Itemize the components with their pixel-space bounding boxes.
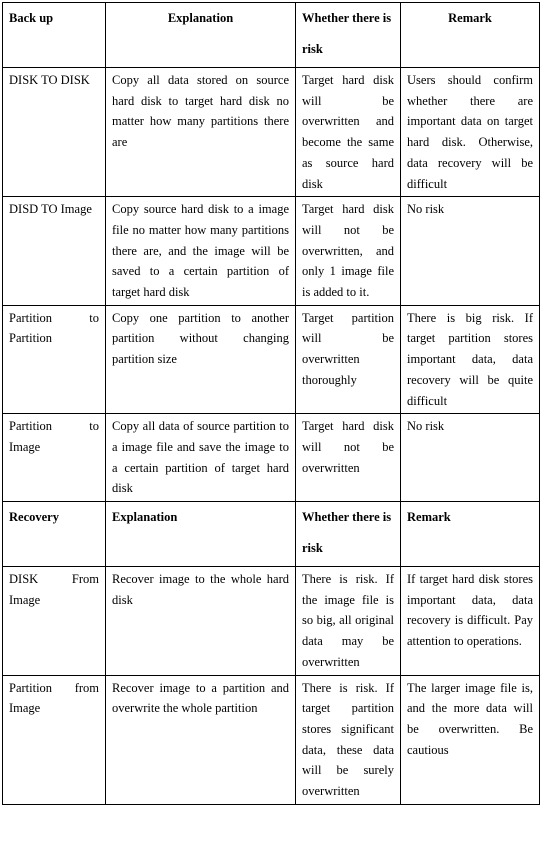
table-row: Partition to Image Copy all data of sour…	[2, 413, 540, 503]
risk-cell: There is risk. If target partition store…	[295, 674, 401, 805]
explanation-cell: Recover image to a partition and overwri…	[105, 674, 296, 805]
recovery-header-row: Recovery Explanation Whether there is ri…	[2, 501, 540, 568]
explanation-cell: Copy all data of source partition to a i…	[105, 413, 296, 503]
remark-cell: The larger image file is, and the more d…	[400, 674, 540, 805]
header-remark: Remark	[400, 501, 540, 568]
header-risk: Whether there is risk	[295, 501, 401, 568]
remark-cell: No risk	[400, 196, 540, 306]
mode-cell: Partition to Partition	[2, 304, 106, 415]
header-recovery: Recovery	[2, 501, 106, 568]
explanation-cell: Recover image to the whole hard disk	[105, 566, 296, 676]
risk-cell: There is risk. If the image file is so b…	[295, 566, 401, 676]
remark-cell: Users should confirm whether there are i…	[400, 66, 540, 198]
mode-cell: DISK From Image	[2, 566, 106, 676]
header-risk: Whether there is risk	[295, 2, 401, 68]
risk-cell: Target hard disk will be overwritten and…	[295, 66, 401, 198]
explanation-cell: Copy source hard disk to a image file no…	[105, 196, 296, 306]
table-row: Partition from Image Recover image to a …	[2, 674, 540, 805]
remark-cell: If target hard disk stores important dat…	[400, 566, 540, 676]
header-remark: Remark	[400, 2, 540, 68]
table-row: DISD TO Image Copy source hard disk to a…	[2, 196, 540, 306]
explanation-cell: Copy one partition to another partition …	[105, 304, 296, 415]
mode-cell: DISK TO DISK	[2, 66, 106, 198]
backup-recovery-table: Back up Explanation Whether there is ris…	[2, 2, 540, 805]
explanation-cell: Copy all data stored on source hard disk…	[105, 66, 296, 198]
risk-cell: Target partition will be overwritten tho…	[295, 304, 401, 415]
risk-cell: Target hard disk will not be overwritten…	[295, 196, 401, 306]
table-row: Partition to Partition Copy one partitio…	[2, 304, 540, 415]
remark-cell: There is big risk. If target partition s…	[400, 304, 540, 415]
header-backup: Back up	[2, 2, 106, 68]
mode-cell: Partition to Image	[2, 413, 106, 503]
mode-cell: Partition from Image	[2, 674, 106, 805]
backup-header-row: Back up Explanation Whether there is ris…	[2, 2, 540, 68]
header-explanation: Explanation	[105, 501, 296, 568]
table-row: DISK From Image Recover image to the who…	[2, 566, 540, 676]
table-row: DISK TO DISK Copy all data stored on sou…	[2, 66, 540, 198]
header-explanation: Explanation	[105, 2, 296, 68]
risk-cell: Target hard disk will not be overwritten	[295, 413, 401, 503]
mode-cell: DISD TO Image	[2, 196, 106, 306]
remark-cell: No risk	[400, 413, 540, 503]
